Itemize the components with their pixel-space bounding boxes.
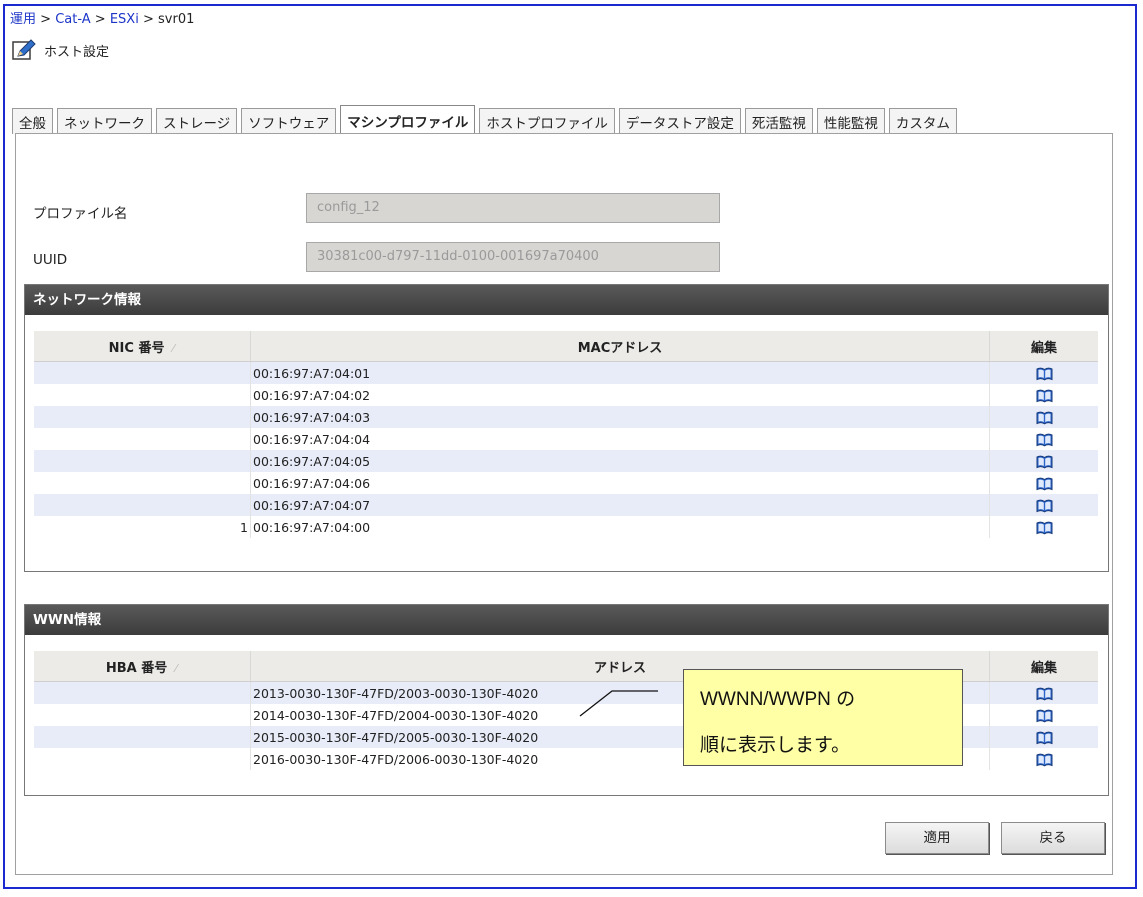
row-edit-cell[interactable] — [989, 384, 1098, 406]
annotation-callout: WWNN/WWPN の 順に表示します。 — [683, 669, 963, 766]
network-table-row[interactable]: 1 00:16:97:A7:04:00 — [34, 516, 1098, 538]
row-number-cell — [34, 428, 251, 450]
edit-book-icon[interactable] — [1036, 477, 1053, 491]
row-address-cell: 00:16:97:A7:04:04 — [250, 428, 990, 450]
row-number-cell — [34, 361, 251, 384]
row-address-cell: 00:16:97:A7:04:02 — [250, 384, 990, 406]
row-number-cell — [34, 472, 251, 494]
breadcrumb-link-esxi[interactable]: ESXi — [110, 12, 139, 27]
profile-name-field[interactable]: config_12 — [306, 193, 720, 223]
tab-datastore-settings[interactable]: データストア設定 — [618, 108, 741, 134]
row-number-cell — [34, 450, 251, 472]
network-table-row[interactable]: 00:16:97:A7:04:04 — [34, 428, 1098, 450]
row-number-cell — [34, 406, 251, 428]
back-button[interactable]: 戻る — [1001, 822, 1105, 854]
edit-book-icon[interactable] — [1036, 687, 1053, 701]
row-edit-cell[interactable] — [989, 704, 1098, 726]
row-edit-cell[interactable] — [989, 428, 1098, 450]
row-number-cell — [34, 726, 251, 748]
edit-book-icon[interactable] — [1036, 753, 1053, 767]
row-number-cell — [34, 384, 251, 406]
row-address-cell: 00:16:97:A7:04:01 — [250, 361, 990, 384]
column-header-edit: 編集 — [989, 651, 1098, 682]
tab-host-profile[interactable]: ホストプロファイル — [479, 108, 615, 134]
row-edit-cell[interactable] — [989, 472, 1098, 494]
apply-button[interactable]: 適用 — [885, 822, 989, 854]
edit-book-icon[interactable] — [1036, 433, 1053, 447]
row-edit-cell[interactable] — [989, 494, 1098, 516]
network-table: NIC 番号 ⁄ MACアドレス 編集 00:16:97:A7:04:01 00:1… — [34, 331, 1098, 538]
network-table-row[interactable]: 00:16:97:A7:04:03 — [34, 406, 1098, 428]
breadcrumb-separator: > — [94, 12, 106, 27]
row-edit-cell[interactable] — [989, 516, 1098, 538]
edit-book-icon[interactable] — [1036, 411, 1053, 425]
tab-machine-profile[interactable]: マシンプロファイル — [340, 105, 476, 135]
column-header-edit: 編集 — [989, 331, 1098, 362]
row-edit-cell[interactable] — [989, 681, 1098, 704]
row-number-cell: 1 — [34, 516, 251, 538]
breadcrumb-link-operation[interactable]: 運用 — [10, 12, 36, 27]
tab-network[interactable]: ネットワーク — [57, 108, 152, 134]
network-table-row[interactable]: 00:16:97:A7:04:05 — [34, 450, 1098, 472]
network-table-row[interactable]: 00:16:97:A7:04:02 — [34, 384, 1098, 406]
edit-book-icon[interactable] — [1036, 521, 1053, 535]
network-table-row[interactable]: 00:16:97:A7:04:06 — [34, 472, 1098, 494]
edit-book-icon[interactable] — [1036, 499, 1053, 513]
network-table-row[interactable]: 00:16:97:A7:04:01 — [34, 361, 1098, 384]
network-info-header: ネットワーク情報 — [25, 285, 1108, 315]
sort-icon: ⁄ — [172, 341, 175, 355]
uuid-field[interactable]: 30381c00-d797-11dd-0100-001697a70400 — [306, 242, 720, 272]
column-header-nic-number[interactable]: NIC 番号 ⁄ — [34, 331, 251, 362]
row-address-cell: 00:16:97:A7:04:03 — [250, 406, 990, 428]
row-edit-cell[interactable] — [989, 748, 1098, 770]
wwn-info-header: WWN情報 — [25, 605, 1108, 635]
tab-software[interactable]: ソフトウェア — [241, 108, 337, 134]
row-number-cell — [34, 704, 251, 726]
column-header-mac-address[interactable]: MACアドレス — [250, 331, 990, 362]
sort-icon: ⁄ — [175, 661, 178, 675]
network-table-row[interactable]: 00:16:97:A7:04:07 — [34, 494, 1098, 516]
row-edit-cell[interactable] — [989, 361, 1098, 384]
breadcrumb-separator: > — [40, 12, 52, 27]
tab-bar: 全般 ネットワーク ストレージ ソフトウェア マシンプロファイル ホストプロファ… — [12, 102, 961, 135]
tab-alive-monitoring[interactable]: 死活監視 — [744, 108, 813, 134]
row-address-cell: 00:16:97:A7:04:06 — [250, 472, 990, 494]
row-address-cell: 00:16:97:A7:04:07 — [250, 494, 990, 516]
row-edit-cell[interactable] — [989, 450, 1098, 472]
edit-book-icon[interactable] — [1036, 389, 1053, 403]
tab-storage[interactable]: ストレージ — [156, 108, 238, 134]
edit-book-icon[interactable] — [1036, 731, 1053, 745]
network-info-section: ネットワーク情報 NIC 番号 ⁄ MACアドレス 編集 00:16:97:A7:… — [24, 284, 1109, 572]
row-address-cell: 00:16:97:A7:04:00 — [250, 516, 990, 538]
page-title: ホスト設定 — [12, 38, 109, 62]
callout-line-2: 順に表示します。 — [700, 735, 851, 756]
row-edit-cell[interactable] — [989, 406, 1098, 428]
row-number-cell — [34, 681, 251, 704]
tab-custom[interactable]: カスタム — [888, 108, 957, 134]
edit-book-icon[interactable] — [1036, 709, 1053, 723]
profile-name-label: プロファイル名 — [33, 206, 128, 222]
breadcrumb-link-cat-a[interactable]: Cat-A — [55, 12, 90, 27]
uuid-label: UUID — [33, 252, 68, 268]
breadcrumb-current: svr01 — [158, 12, 195, 27]
row-address-cell: 00:16:97:A7:04:05 — [250, 450, 990, 472]
row-edit-cell[interactable] — [989, 726, 1098, 748]
tab-general[interactable]: 全般 — [12, 108, 53, 134]
breadcrumb: 運用 > Cat-A > ESXi > svr01 — [10, 8, 194, 27]
edit-book-icon[interactable] — [1036, 367, 1053, 381]
edit-book-icon[interactable] — [1036, 455, 1053, 469]
breadcrumb-separator: > — [142, 12, 154, 27]
edit-icon — [12, 39, 36, 60]
column-header-hba-number[interactable]: HBA 番号 ⁄ — [34, 651, 251, 682]
page-title-text: ホスト設定 — [44, 44, 110, 60]
tab-performance-monitoring[interactable]: 性能監視 — [816, 108, 885, 134]
callout-line-1: WWNN/WWPN の — [700, 689, 856, 710]
row-number-cell — [34, 494, 251, 516]
row-number-cell — [34, 748, 251, 770]
